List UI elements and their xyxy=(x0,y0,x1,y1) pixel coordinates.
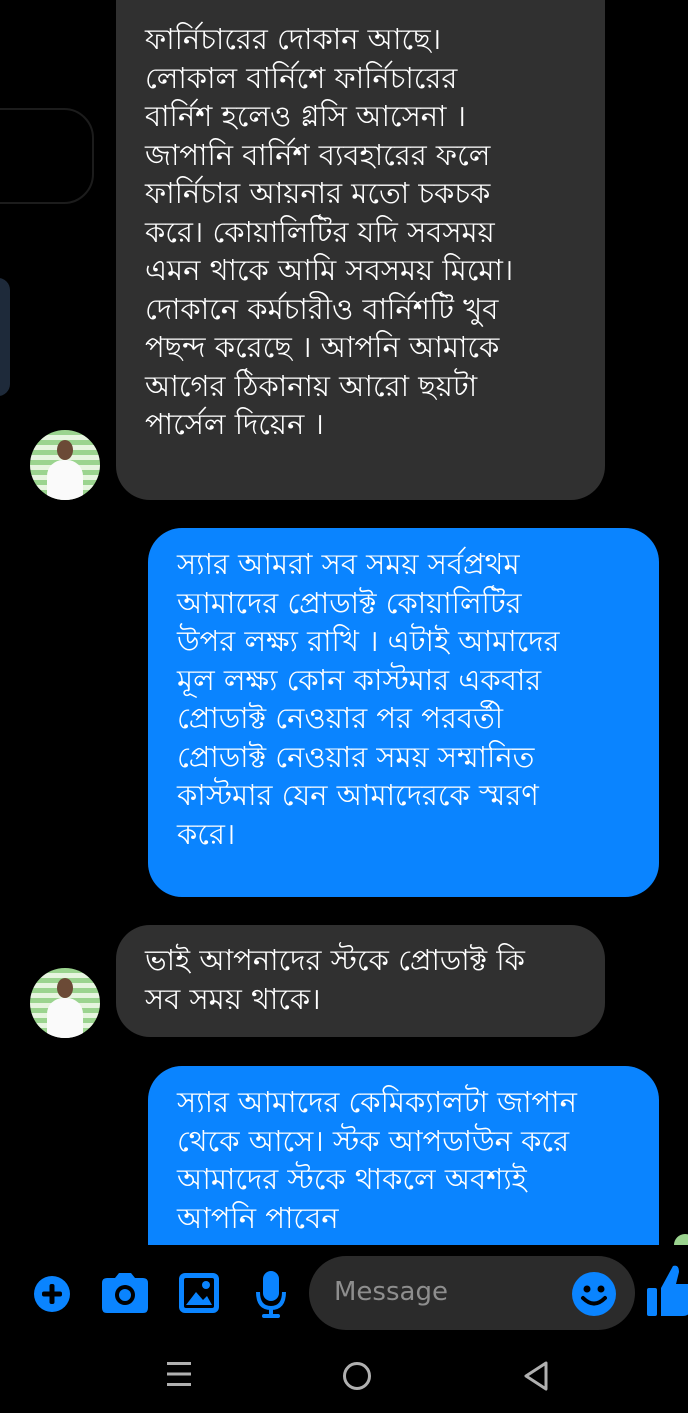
message-thread[interactable]: ফার্নিচারের দোকান আছে। লোকাল বার্নিশে ফা… xyxy=(0,0,688,1245)
message-placeholder: Message xyxy=(334,1277,448,1307)
home-icon[interactable] xyxy=(341,1360,373,1392)
contact-avatar[interactable] xyxy=(30,430,100,500)
gallery-icon[interactable] xyxy=(178,1272,220,1314)
back-icon[interactable] xyxy=(522,1360,550,1392)
outgoing-message-bubble[interactable]: স্যার আমরা সব সময় সর্বপ্রথম আমাদের প্রো… xyxy=(148,528,659,897)
incoming-message-bubble[interactable]: ফার্নিচারের দোকান আছে। লোকাল বার্নিশে ফা… xyxy=(116,0,605,500)
camera-icon[interactable] xyxy=(101,1272,149,1314)
thumbs-up-icon[interactable] xyxy=(645,1262,688,1318)
message-input[interactable]: Message xyxy=(309,1256,635,1330)
composer-bar: Message xyxy=(0,1252,688,1334)
contact-avatar[interactable] xyxy=(30,968,100,1038)
recent-apps-icon[interactable] xyxy=(166,1360,192,1388)
background-card-outline xyxy=(0,108,94,204)
system-navigation-bar xyxy=(0,1334,688,1413)
emoji-icon[interactable] xyxy=(571,1271,617,1317)
background-panel-edge xyxy=(0,278,10,396)
incoming-message-bubble[interactable]: ভাই আপনাদের স্টকে প্রোডাক্ট কি সব সময় থ… xyxy=(116,925,605,1037)
seen-avatar-icon xyxy=(674,1234,688,1245)
microphone-icon[interactable] xyxy=(255,1270,287,1318)
plus-icon[interactable] xyxy=(32,1274,72,1314)
outgoing-message-bubble[interactable]: স্যার আমাদের কেমিক্যালটা জাপান থেকে আসে।… xyxy=(148,1066,659,1245)
